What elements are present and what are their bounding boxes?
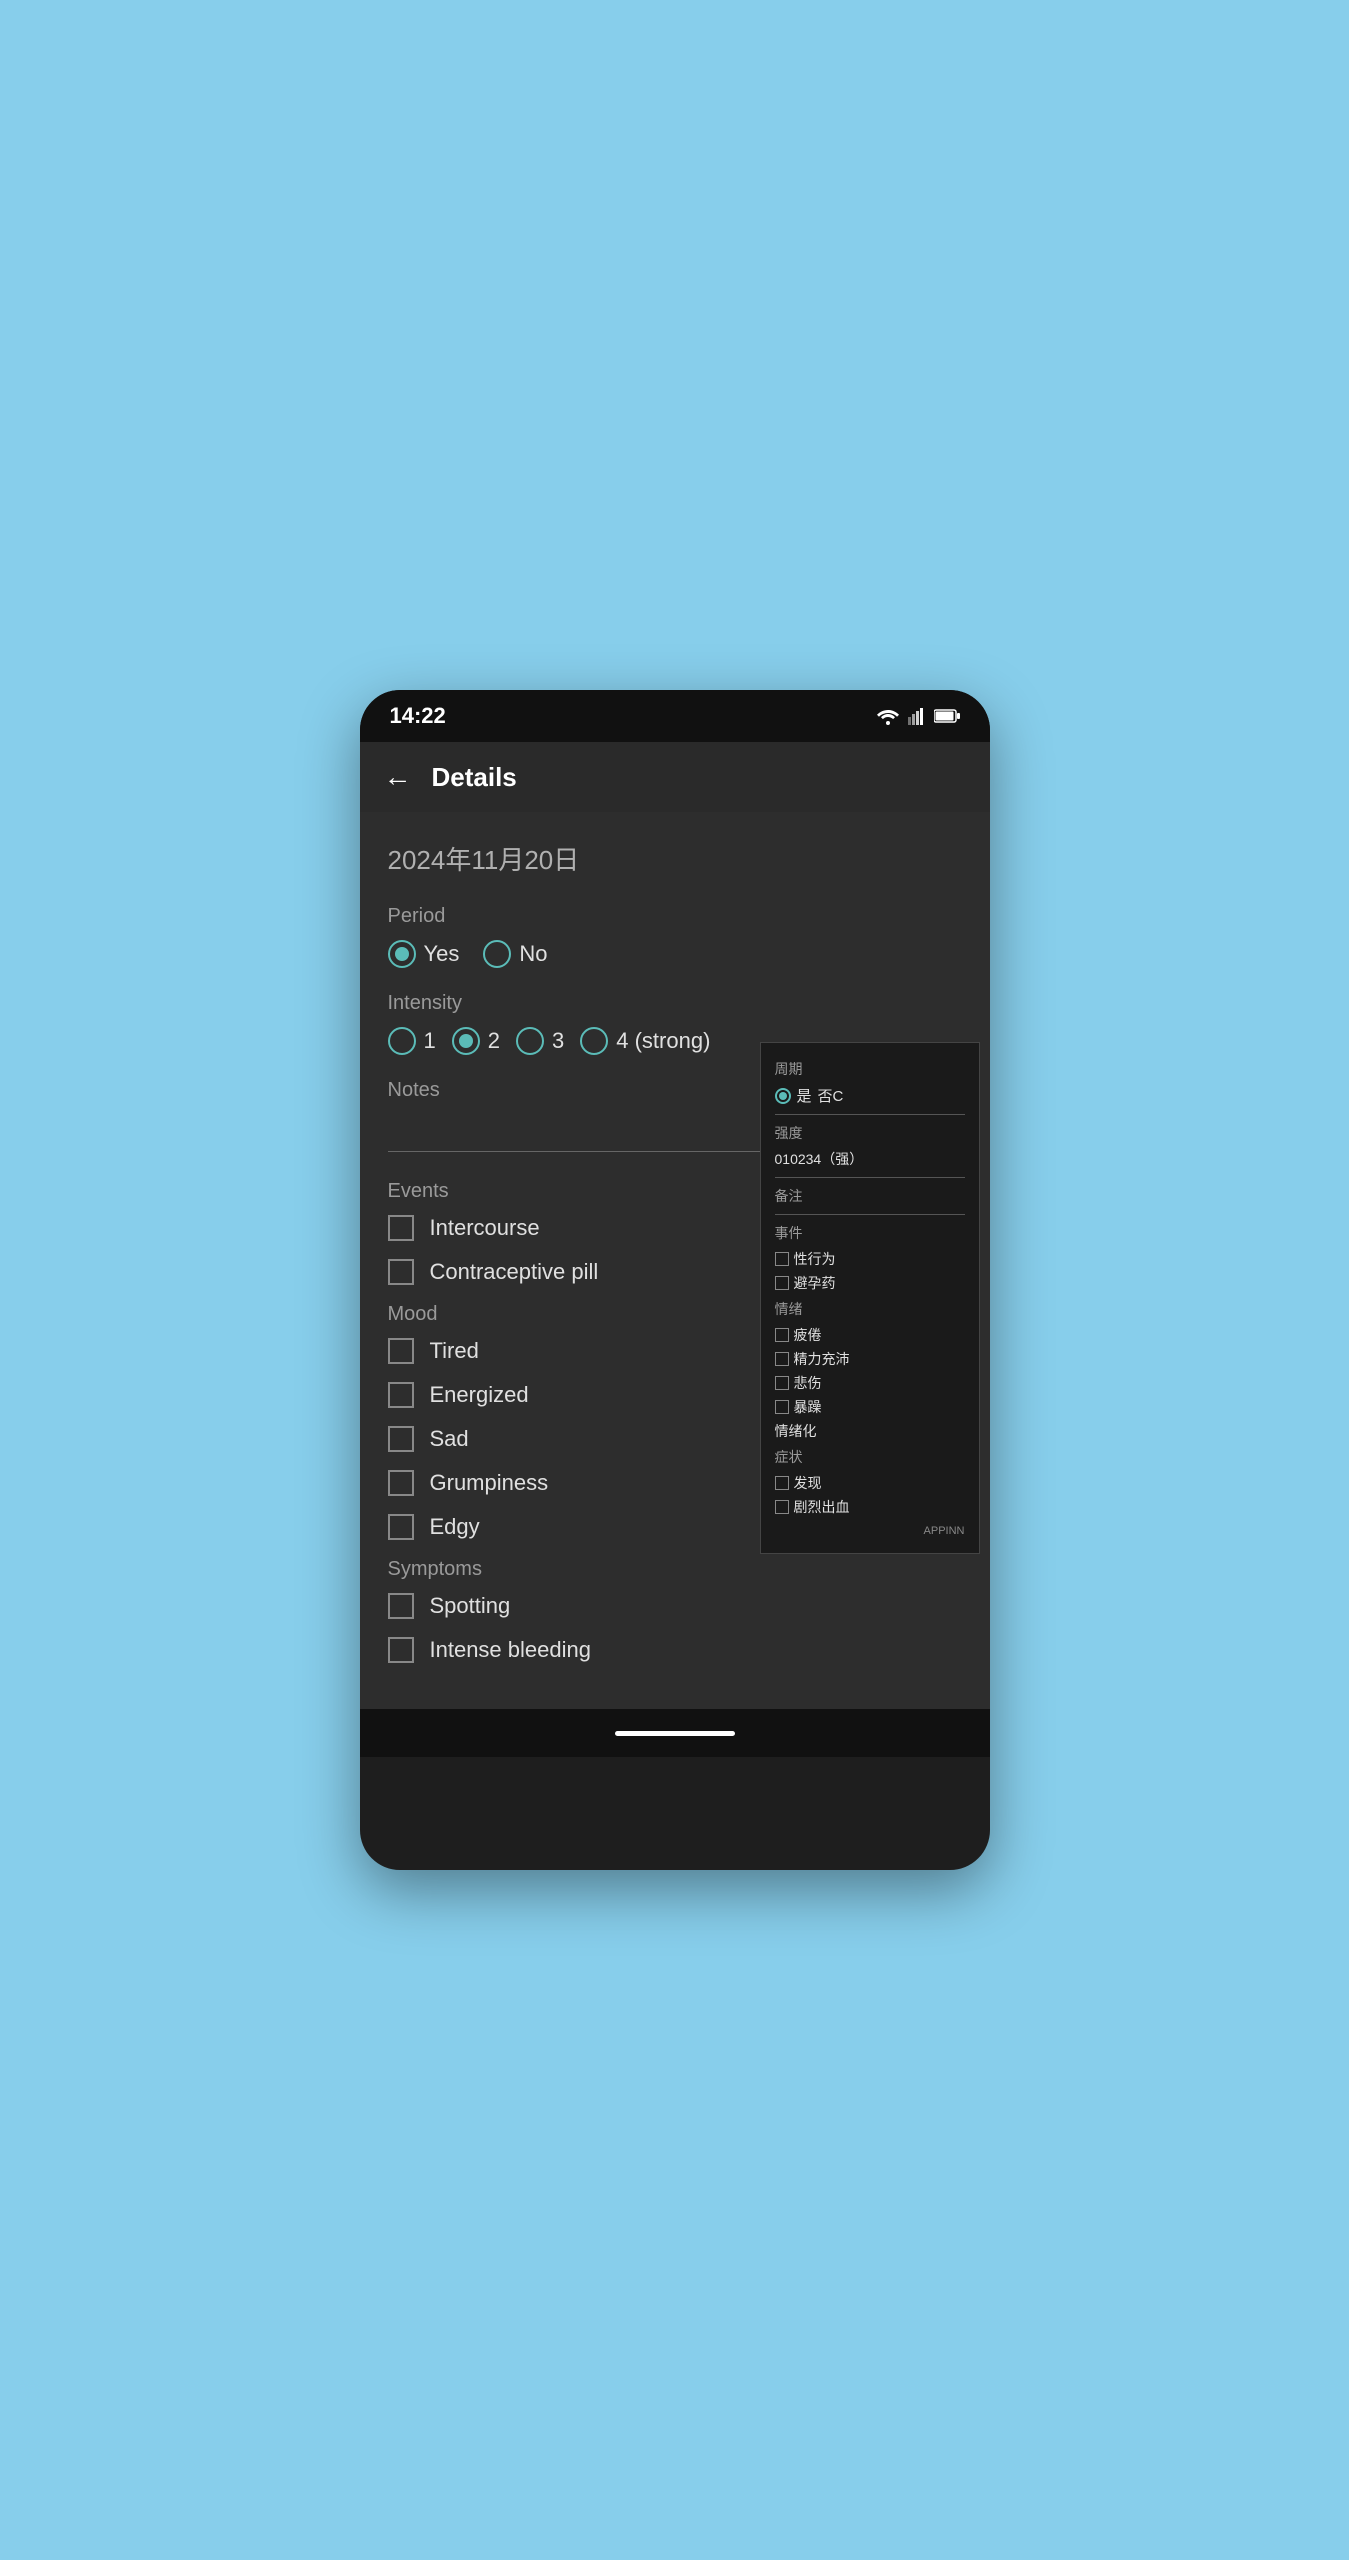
period-radio-group: Yes No [388,940,962,968]
energized-checkbox[interactable] [388,1382,414,1408]
main-content: 2024年11月20日 Period Yes No Intensity 1 2 [360,812,990,1709]
popup-period-yes-row: 是 否C [775,1085,965,1106]
popup-events-label: 事件 [775,1223,965,1243]
bottom-bar [360,1709,990,1757]
intercourse-checkbox[interactable] [388,1215,414,1241]
grumpiness-checkbox[interactable] [388,1470,414,1496]
period-no-label: No [519,941,547,967]
period-yes-option[interactable]: Yes [388,940,460,968]
tired-label: Tired [430,1338,479,1364]
popup-symptom1-label: 发现 [794,1473,822,1493]
intensity-1-label: 1 [424,1028,436,1054]
popup-event2-row: 避孕药 [775,1273,965,1293]
popup-mood4-row: 暴躁 [775,1397,965,1417]
popup-appinn: APPINN [775,1525,965,1537]
popup-mood1-row: 疲倦 [775,1325,965,1345]
intensity-4-option[interactable]: 4 (strong) [580,1027,710,1055]
intense-bleeding-checkbox[interactable] [388,1637,414,1663]
popup-divider-2 [775,1177,965,1178]
popup-symptoms-label: 症状 [775,1447,965,1467]
intensity-3-radio[interactable] [516,1027,544,1055]
symptoms-label: Symptoms [388,1558,962,1581]
home-indicator[interactable] [615,1731,735,1736]
sad-label: Sad [430,1426,469,1452]
intensity-1-radio[interactable] [388,1027,416,1055]
translation-popup: 周期 是 否C 强度 010234（强） 备注 事件 性行为 避孕药 情绪 [760,1042,980,1554]
popup-mood5-label: 情绪化 [775,1421,965,1441]
intensity-3-option[interactable]: 3 [516,1027,564,1055]
intensity-2-radio[interactable] [452,1027,480,1055]
popup-period-yes-radio [775,1088,791,1104]
popup-period-label: 周期 [775,1059,965,1079]
popup-event2-checkbox [775,1276,789,1290]
app-title: Details [432,762,517,793]
popup-symptom1-row: 发现 [775,1473,965,1493]
spotting-label: Spotting [430,1593,511,1619]
intensity-4-radio[interactable] [580,1027,608,1055]
popup-symptom2-row: 剧烈出血 [775,1497,965,1517]
popup-event1-label: 性行为 [794,1249,836,1269]
status-icons [876,707,960,725]
period-no-option[interactable]: No [483,940,547,968]
popup-mood1-label: 疲倦 [794,1325,822,1345]
intercourse-label: Intercourse [430,1215,540,1241]
tired-checkbox[interactable] [388,1338,414,1364]
intense-bleeding-label: Intense bleeding [430,1637,591,1663]
period-no-radio[interactable] [483,940,511,968]
status-bar: 14:22 [360,690,990,742]
popup-symptom1-checkbox [775,1476,789,1490]
popup-mood1-checkbox [775,1328,789,1342]
popup-mood2-row: 精力充沛 [775,1349,965,1369]
contraceptive-label: Contraceptive pill [430,1259,599,1285]
back-button[interactable]: ← [384,761,412,793]
popup-mood4-checkbox [775,1400,789,1414]
phone-frame: 14:22 ← Details [360,690,990,1870]
period-label: Period [388,905,962,928]
period-yes-radio[interactable] [388,940,416,968]
popup-symptom2-label: 剧烈出血 [794,1497,850,1517]
popup-mood2-label: 精力充沛 [794,1349,850,1369]
popup-event1-checkbox [775,1252,789,1266]
popup-notes-label: 备注 [775,1186,965,1206]
popup-mood4-label: 暴躁 [794,1397,822,1417]
battery-icon [934,709,960,723]
popup-period-no: 否C [818,1085,844,1106]
grumpiness-label: Grumpiness [430,1470,549,1496]
edgy-label: Edgy [430,1514,480,1540]
sad-checkbox[interactable] [388,1426,414,1452]
period-yes-label: Yes [424,941,460,967]
intense-bleeding-item[interactable]: Intense bleeding [388,1637,962,1663]
spotting-checkbox[interactable] [388,1593,414,1619]
popup-mood-label: 情绪 [775,1299,965,1319]
popup-event2-label: 避孕药 [794,1273,836,1293]
intensity-2-option[interactable]: 2 [452,1027,500,1055]
popup-mood3-label: 悲伤 [794,1373,822,1393]
popup-intensity-values: 010234（强） [775,1149,965,1169]
status-time: 14:22 [390,703,446,729]
wifi-icon [876,707,900,725]
signal-icon [908,707,926,725]
energized-label: Energized [430,1382,529,1408]
intensity-label: Intensity [388,992,962,1015]
popup-mood3-row: 悲伤 [775,1373,965,1393]
popup-mood2-checkbox [775,1352,789,1366]
popup-divider-1 [775,1114,965,1115]
contraceptive-checkbox[interactable] [388,1259,414,1285]
popup-symptom2-checkbox [775,1500,789,1514]
intensity-1-option[interactable]: 1 [388,1027,436,1055]
intensity-2-label: 2 [488,1028,500,1054]
date-heading: 2024年11月20日 [388,840,962,877]
popup-intensity-label: 强度 [775,1123,965,1143]
intensity-4-label: 4 (strong) [616,1028,710,1054]
popup-divider-3 [775,1214,965,1215]
edgy-checkbox[interactable] [388,1514,414,1540]
intensity-3-label: 3 [552,1028,564,1054]
app-bar: ← Details [360,742,990,812]
popup-event1-row: 性行为 [775,1249,965,1269]
popup-mood3-checkbox [775,1376,789,1390]
spotting-item[interactable]: Spotting [388,1593,962,1619]
popup-period-yes: 是 [797,1085,812,1106]
